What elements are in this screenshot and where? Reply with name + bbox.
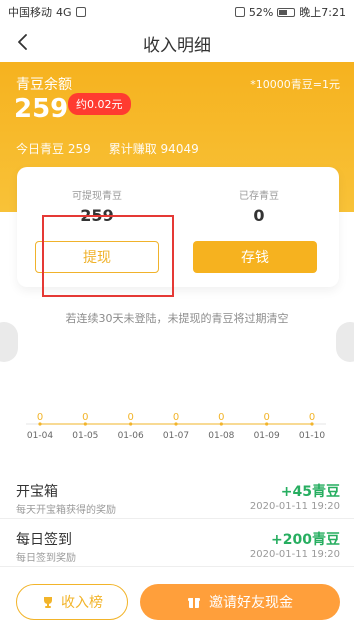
clock-time: 晚上7:21 xyxy=(299,6,346,19)
withdrawable-label: 可提现青豆 xyxy=(72,191,122,202)
earnings-chart-svg: 0 01-04 0 01-05 0 01-06 0 01-07 0 01-08 0 01-09 0 01-… xyxy=(26,412,326,441)
status-right: 52% 晚上7:21 xyxy=(234,4,346,20)
income-row-time: 2020-01-11 19:20 xyxy=(249,501,340,512)
chart-value-label: 0 xyxy=(173,412,179,423)
approx-value-badge: 约0.02元 xyxy=(68,93,131,115)
income-row-title: 开宝箱 xyxy=(16,484,58,500)
chevron-left-icon xyxy=(18,34,27,50)
income-row-time: 2020-01-11 19:20 xyxy=(249,549,340,560)
balance-stats: 今日青豆 259 累计赚取 94049 xyxy=(16,140,199,157)
chart-x-tick-label: 01-07 xyxy=(163,431,189,441)
status-bar: 中国移动 4G 52% 晚上7:21 xyxy=(0,0,354,24)
income-list: 开宝箱 每天开宝箱获得的奖励 +45青豆 2020-01-11 19:20 每日… xyxy=(0,471,354,567)
withdrawable-value: 259 xyxy=(80,206,114,225)
status-left: 中国移动 4G xyxy=(8,4,86,20)
chart-x-tick-label: 01-04 xyxy=(27,431,53,441)
battery-icon xyxy=(277,7,296,17)
invite-friends-label: 邀请好友现金 xyxy=(209,595,293,611)
chart-x-tick-label: 01-06 xyxy=(118,431,144,441)
app-root: 中国移动 4G 52% 晚上7:21 收入明细 青豆余额 *10000青豆=1元… xyxy=(0,0,354,628)
earnings-chart: 0 01-04 0 01-05 0 01-06 0 01-07 0 01-08 0 01-09 0 01-… xyxy=(26,398,326,446)
battery-percent: 52% xyxy=(248,5,274,19)
withdraw-button[interactable]: 提现 xyxy=(35,241,159,273)
nav-bar: 收入明细 xyxy=(0,24,354,62)
expiry-notice: 若连续30天未登陆，未提现的青豆将过期清空 xyxy=(65,312,289,325)
side-handle-left[interactable] xyxy=(0,322,18,362)
income-row-description: 每日签到奖励 xyxy=(16,553,76,564)
page-title: 收入明细 xyxy=(143,35,211,56)
carrier-name: 中国移动 xyxy=(8,6,52,19)
saved-value: 0 xyxy=(253,206,265,225)
signal-indicator: 4G xyxy=(56,5,72,19)
chart-x-tick-label: 01-10 xyxy=(299,431,325,441)
income-rank-label: 收入榜 xyxy=(61,595,103,611)
alarm-icon xyxy=(234,7,245,17)
withdraw-card: 可提现青豆 259 已存青豆 0 提现 存钱 xyxy=(17,167,339,287)
income-row-description: 每天开宝箱获得的奖励 xyxy=(16,505,116,516)
chart-value-label: 0 xyxy=(82,412,88,423)
income-row-amount: +200青豆 xyxy=(271,532,340,548)
income-row-amount: +45青豆 xyxy=(280,484,340,500)
side-handle-right[interactable] xyxy=(336,322,354,362)
today-earned: 今日青豆 259 xyxy=(16,142,91,156)
income-row-title: 每日签到 xyxy=(16,532,72,548)
chart-value-label: 0 xyxy=(218,412,224,423)
chart-value-label: 0 xyxy=(127,412,133,423)
chart-x-tick-label: 01-09 xyxy=(254,431,280,441)
back-button[interactable] xyxy=(10,30,34,54)
balance-amount: 259 xyxy=(14,94,69,124)
income-row[interactable]: 每日签到 每日签到奖励 +200青豆 2020-01-11 19:20 xyxy=(0,519,354,567)
saved-label: 已存青豆 xyxy=(239,191,279,202)
withdrawable-section: 可提现青豆 259 xyxy=(27,187,167,225)
bottom-action-bar: 收入榜 邀请好友现金 xyxy=(0,574,354,628)
saved-section: 已存青豆 0 xyxy=(189,187,329,225)
total-earned: 累计赚取 94049 xyxy=(108,142,199,156)
chart-value-label: 0 xyxy=(309,412,315,423)
chart-value-label: 0 xyxy=(37,412,43,423)
chart-x-tick-label: 01-08 xyxy=(208,431,234,441)
chart-value-label: 0 xyxy=(263,412,269,423)
invite-friends-button[interactable]: 邀请好友现金 xyxy=(140,584,340,620)
income-row[interactable]: 开宝箱 每天开宝箱获得的奖励 +45青豆 2020-01-11 19:20 xyxy=(0,471,354,519)
save-button[interactable]: 存钱 xyxy=(193,241,317,273)
exchange-rate: *10000青豆=1元 xyxy=(250,78,340,91)
income-rank-button[interactable]: 收入榜 xyxy=(16,584,128,620)
balance-label: 青豆余额 xyxy=(16,77,72,93)
gift-icon xyxy=(187,595,201,609)
chart-x-tick-label: 01-05 xyxy=(72,431,98,441)
trophy-icon xyxy=(41,595,55,609)
wifi-icon xyxy=(75,7,86,17)
